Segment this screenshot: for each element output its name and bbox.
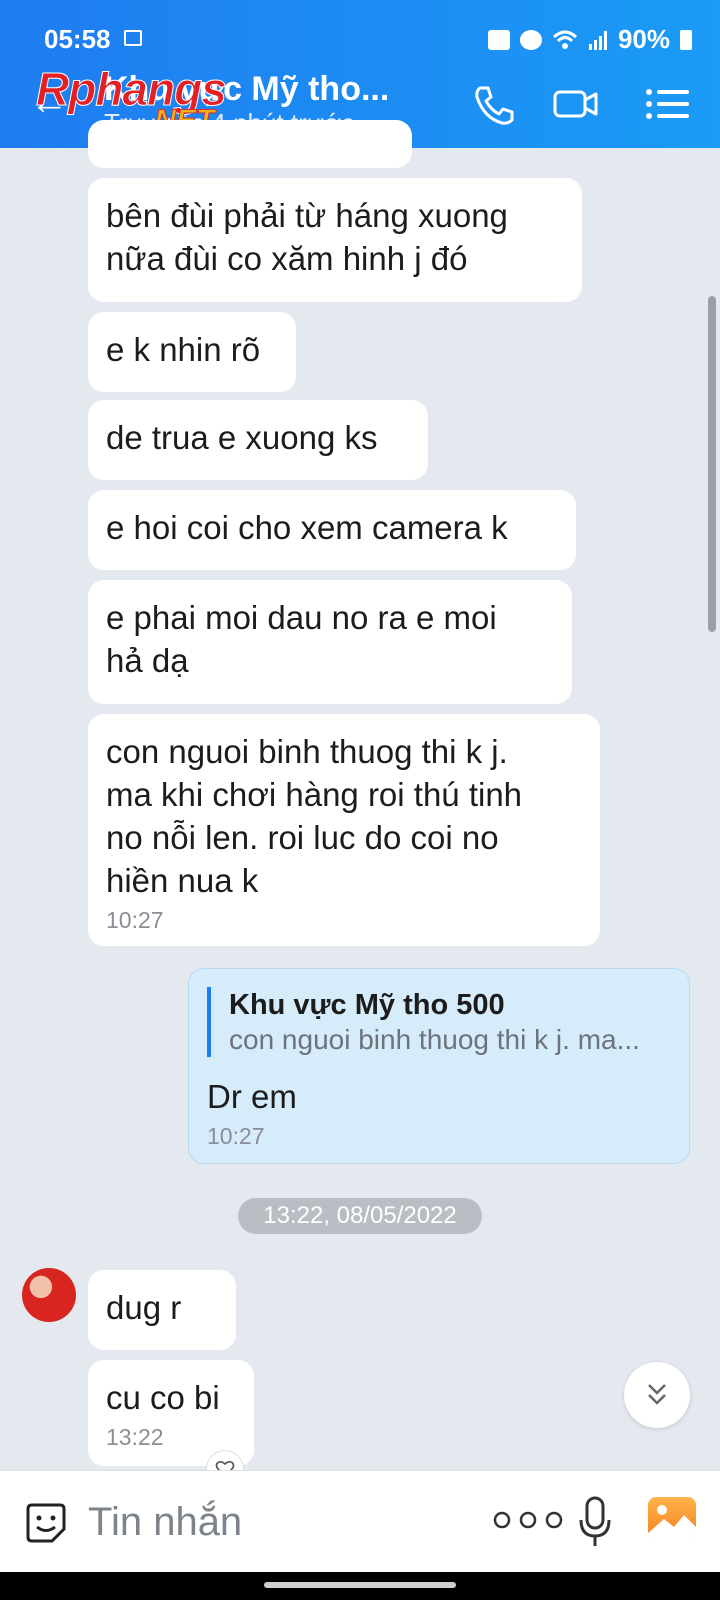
status-bar: 05:58 90% bbox=[0, 0, 720, 62]
message-bubble-partial bbox=[88, 120, 412, 168]
double-chevron-down-icon[interactable] bbox=[624, 1362, 690, 1428]
gallery-image-icon[interactable] bbox=[648, 1497, 696, 1541]
reply-quote[interactable]: Khu vực Mỹ tho 500 con nguoi binh thuog … bbox=[207, 987, 671, 1057]
avatar[interactable] bbox=[22, 1268, 76, 1322]
message-input[interactable] bbox=[86, 1493, 450, 1551]
message-bubble-received[interactable]: e k nhin rõ bbox=[88, 312, 296, 392]
message-timestamp: 10:27 bbox=[106, 907, 164, 933]
chat-title[interactable]: Khu vực Mỹ tho... bbox=[104, 70, 389, 109]
quote-text: con nguoi binh thuog thi k j. ma... bbox=[229, 1024, 640, 1055]
more-dots-icon[interactable] bbox=[490, 1505, 570, 1535]
message-text: e k nhin rõ bbox=[106, 331, 261, 368]
message-bubble-received[interactable]: e phai moi dau no ra e moi hả dạ bbox=[88, 580, 572, 704]
message-text: e hoi coi cho xem camera k bbox=[106, 509, 508, 546]
date-separator: 13:22, 08/05/2022 bbox=[238, 1198, 482, 1234]
quote-sender: Khu vực Mỹ tho 500 bbox=[229, 989, 505, 1021]
image-notification-icon bbox=[124, 30, 142, 46]
message-text: dug r bbox=[106, 1289, 182, 1326]
message-bubble-received[interactable]: e hoi coi cho xem camera k bbox=[88, 490, 576, 570]
sticker-smile-icon[interactable] bbox=[24, 1501, 68, 1545]
phone-icon[interactable] bbox=[470, 82, 518, 126]
message-bubble-sent[interactable]: Khu vực Mỹ tho 500 con nguoi binh thuog … bbox=[188, 968, 690, 1164]
status-icons: 90% bbox=[487, 24, 692, 55]
message-bubble-received[interactable]: dug r bbox=[88, 1270, 236, 1350]
message-text: e phai moi dau no ra e moi hả dạ bbox=[106, 599, 497, 679]
alarm-icon bbox=[519, 29, 542, 50]
message-text: de trua e xuong ks bbox=[106, 419, 378, 456]
message-text: cu co bi bbox=[106, 1379, 220, 1416]
signal-icon bbox=[588, 30, 607, 50]
back-arrow-icon[interactable]: ← bbox=[30, 82, 68, 122]
message-bubble-received[interactable]: de trua e xuong ks bbox=[88, 400, 428, 480]
message-text: con nguoi binh thuog thi k j. ma khi chơ… bbox=[106, 733, 523, 899]
video-camera-icon[interactable] bbox=[552, 82, 600, 126]
scrollbar[interactable] bbox=[708, 296, 716, 632]
list-menu-icon[interactable] bbox=[644, 82, 692, 126]
battery-percent: 90% bbox=[617, 24, 670, 54]
message-timestamp: 10:27 bbox=[207, 1123, 265, 1149]
home-gesture-bar[interactable] bbox=[264, 1582, 456, 1588]
microphone-icon[interactable] bbox=[578, 1495, 612, 1549]
message-bubble-received[interactable]: con nguoi binh thuog thi k j. ma khi chơ… bbox=[88, 714, 600, 946]
battery-icon bbox=[680, 29, 692, 50]
wifi-icon bbox=[552, 30, 577, 49]
message-text: Dr em bbox=[207, 1078, 297, 1115]
message-composer bbox=[0, 1470, 720, 1573]
folder-notification-icon bbox=[487, 29, 510, 50]
message-bubble-received[interactable]: bên đùi phải từ háng xuong nữa đùi co xă… bbox=[88, 178, 582, 302]
message-timestamp: 13:22 bbox=[106, 1424, 164, 1450]
message-text: bên đùi phải từ háng xuong nữa đùi co xă… bbox=[106, 197, 508, 277]
system-nav-bar bbox=[0, 1572, 720, 1600]
status-time: 05:58 bbox=[44, 24, 111, 54]
